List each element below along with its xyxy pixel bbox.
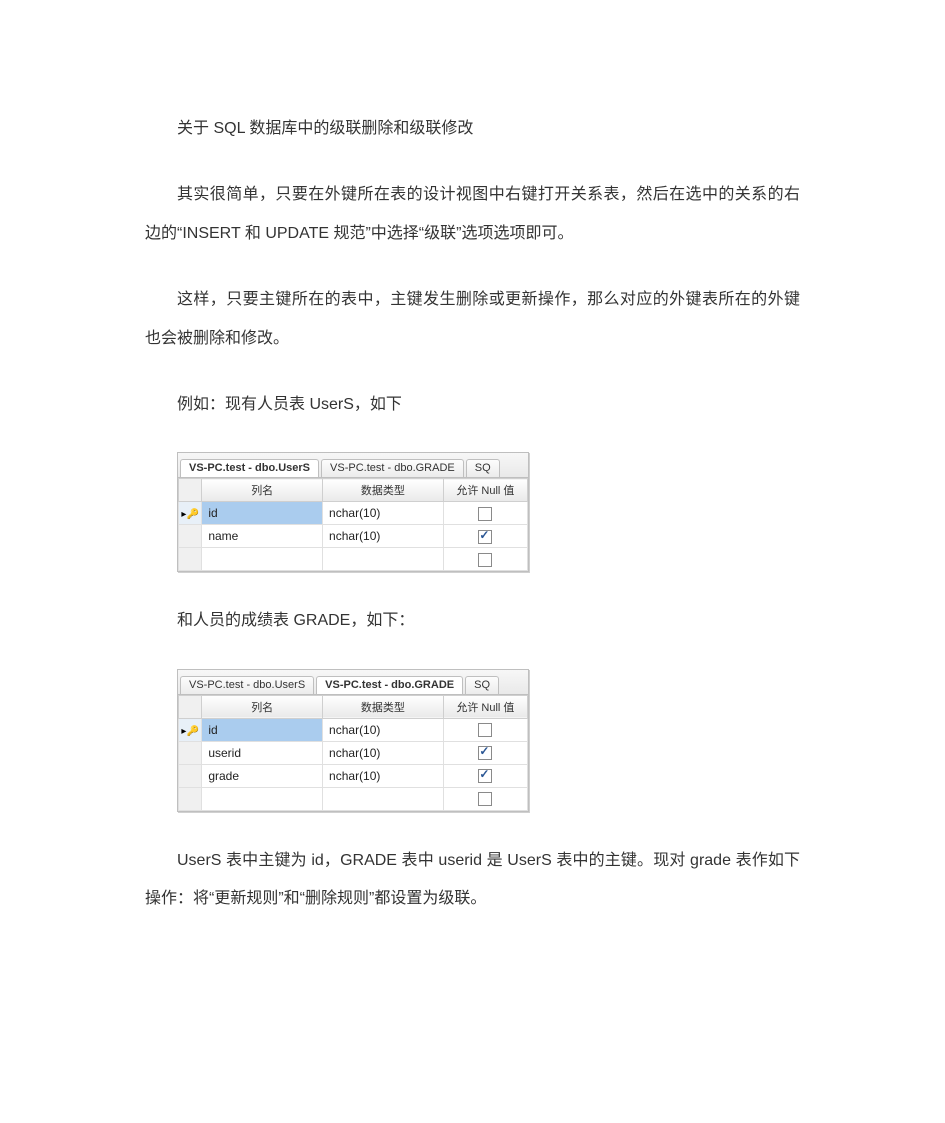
primary-key-icon: ▸🔑 [181,727,198,737]
grid-header-allownull: 允许 Null 值 [443,479,527,502]
row-gutter [179,741,202,764]
cell-data-type[interactable]: nchar(10) [323,525,444,548]
cell-allow-null[interactable] [443,764,527,787]
row-gutter: ▸🔑 [179,502,202,525]
table-designer-users: VS-PC.test - dbo.UserS VS-PC.test - dbo.… [177,452,529,572]
paragraph-effect: 这样，只要主键所在的表中，主键发生删除或更新操作，那么对应的外键表所在的外键也会… [145,281,800,358]
cell-column-name[interactable] [202,787,323,810]
paragraph-title: 关于 SQL 数据库中的级联删除和级联修改 [145,110,800,148]
cell-allow-null[interactable] [443,787,527,810]
cell-data-type[interactable]: nchar(10) [323,741,444,764]
cell-data-type[interactable] [323,787,444,810]
paragraph-example-users: 例如：现有人员表 UserS，如下 [145,386,800,424]
tab-bar: VS-PC.test - dbo.UserS VS-PC.test - dbo.… [178,670,528,695]
grid-header-row: 列名 数据类型 允许 Null 值 [179,695,528,718]
cell-column-name[interactable]: grade [202,764,323,787]
row-gutter [179,525,202,548]
row-gutter [179,764,202,787]
checkbox-icon[interactable] [478,530,492,544]
columns-grid: 列名 数据类型 允许 Null 值 ▸🔑 id nchar(10) [178,478,528,571]
table-row[interactable]: name nchar(10) [179,525,528,548]
cell-data-type[interactable]: nchar(10) [323,764,444,787]
checkbox-icon[interactable] [478,746,492,760]
document-page: 关于 SQL 数据库中的级联删除和级联修改 其实很简单，只要在外键所在表的设计视… [0,0,945,1007]
paragraph-example-grade: 和人员的成绩表 GRADE，如下： [145,602,800,640]
grid-header-allownull: 允许 Null 值 [443,695,527,718]
table-row-empty[interactable] [179,548,528,571]
checkbox-icon[interactable] [478,769,492,783]
row-gutter [179,787,202,810]
grid-header-datatype: 数据类型 [323,479,444,502]
cell-column-name[interactable]: id [202,718,323,741]
paragraph-intro: 其实很简单，只要在外键所在表的设计视图中右键打开关系表，然后在选中的关系的右边的… [145,176,800,253]
table-row[interactable]: ▸🔑 id nchar(10) [179,718,528,741]
cell-column-name[interactable]: id [202,502,323,525]
figure-users-table: VS-PC.test - dbo.UserS VS-PC.test - dbo.… [177,452,800,572]
checkbox-icon[interactable] [478,507,492,521]
table-row[interactable]: grade nchar(10) [179,764,528,787]
row-gutter: ▸🔑 [179,718,202,741]
cell-allow-null[interactable] [443,718,527,741]
row-gutter [179,548,202,571]
tab-grade[interactable]: VS-PC.test - dbo.GRADE [321,459,464,477]
tab-sq[interactable]: SQ [465,676,499,694]
cell-allow-null[interactable] [443,502,527,525]
table-row[interactable]: ▸🔑 id nchar(10) [179,502,528,525]
tab-bar: VS-PC.test - dbo.UserS VS-PC.test - dbo.… [178,453,528,478]
table-row[interactable]: userid nchar(10) [179,741,528,764]
grid-header-colname: 列名 [202,695,323,718]
columns-grid: 列名 数据类型 允许 Null 值 ▸🔑 id nchar(10) [178,695,528,811]
grid-header-gutter [179,479,202,502]
figure-grade-table: VS-PC.test - dbo.UserS VS-PC.test - dbo.… [177,669,800,812]
primary-key-icon: ▸🔑 [181,510,198,520]
table-designer-grade: VS-PC.test - dbo.UserS VS-PC.test - dbo.… [177,669,529,812]
paragraph-conclusion: UserS 表中主键为 id，GRADE 表中 userid 是 UserS 表… [145,842,800,919]
grid-header-gutter [179,695,202,718]
grid-header-datatype: 数据类型 [323,695,444,718]
cell-data-type[interactable]: nchar(10) [323,718,444,741]
cell-allow-null[interactable] [443,741,527,764]
cell-column-name[interactable]: userid [202,741,323,764]
cell-allow-null[interactable] [443,525,527,548]
cell-data-type[interactable]: nchar(10) [323,502,444,525]
cell-column-name[interactable]: name [202,525,323,548]
tab-users[interactable]: VS-PC.test - dbo.UserS [180,676,314,694]
tab-sq[interactable]: SQ [466,459,500,477]
cell-allow-null[interactable] [443,548,527,571]
cell-data-type[interactable] [323,548,444,571]
grid-header-colname: 列名 [202,479,323,502]
checkbox-icon[interactable] [478,553,492,567]
checkbox-icon[interactable] [478,723,492,737]
tab-users[interactable]: VS-PC.test - dbo.UserS [180,459,319,478]
checkbox-icon[interactable] [478,792,492,806]
table-row-empty[interactable] [179,787,528,810]
grid-header-row: 列名 数据类型 允许 Null 值 [179,479,528,502]
tab-grade[interactable]: VS-PC.test - dbo.GRADE [316,676,463,695]
cell-column-name[interactable] [202,548,323,571]
